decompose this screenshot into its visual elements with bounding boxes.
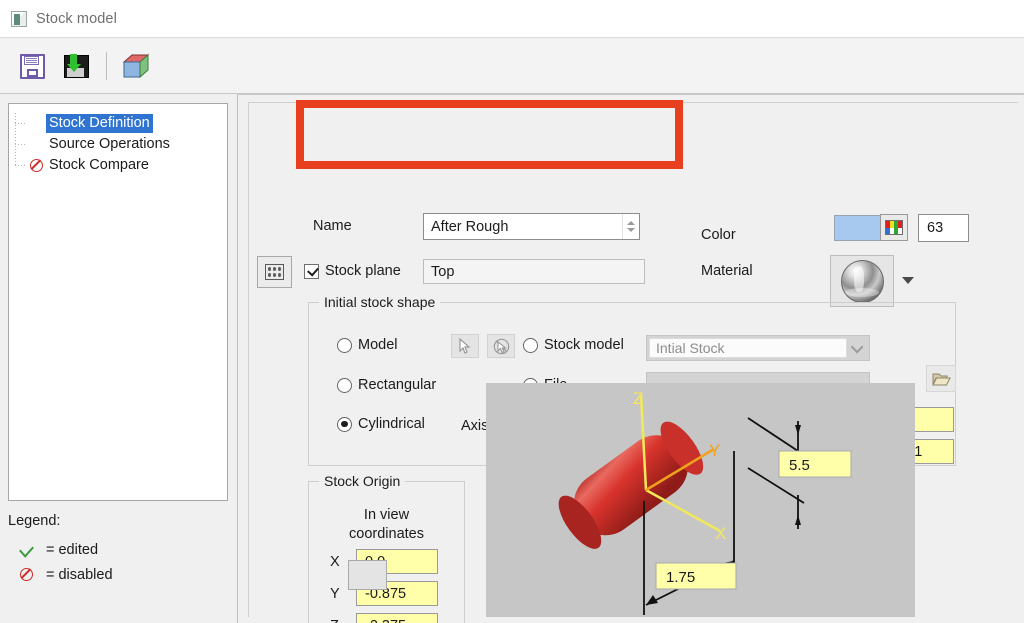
cursor-arrow-icon <box>458 337 472 354</box>
radio-rectangular[interactable]: Rectangular <box>337 377 436 393</box>
3d-box-icon <box>122 53 150 79</box>
origin-pick-button[interactable] <box>348 560 387 590</box>
material-dropdown-icon[interactable] <box>902 277 914 284</box>
svg-text:Y: Y <box>709 441 720 460</box>
deselect-model-button[interactable] <box>487 334 515 358</box>
tree-item-label: Stock Definition <box>46 114 153 133</box>
radio-stock-model[interactable]: Stock model <box>523 337 624 353</box>
tree-item-source-operations[interactable]: Source Operations <box>15 134 227 155</box>
dim-diameter-text: 5.5 <box>789 457 810 474</box>
name-input[interactable]: After Rough <box>423 213 640 240</box>
tree-item-label: Source Operations <box>49 136 170 152</box>
svg-text:X: X <box>715 524 726 543</box>
stock-definition-panel: Name After Rough Color 63 Material Stock… <box>237 94 1024 623</box>
browse-file-button[interactable] <box>926 365 956 392</box>
name-input-value: After Rough <box>431 218 509 235</box>
tree-guide <box>15 155 27 176</box>
group-title: Stock Origin <box>319 473 406 489</box>
save-as-button[interactable] <box>56 46 96 86</box>
stock-preview-viewport[interactable]: Z X Y 5.5 1.75 <box>486 383 915 617</box>
stock-plane-value[interactable]: Top <box>423 259 645 284</box>
spinner-up-icon[interactable] <box>627 221 635 225</box>
tree-guide <box>15 134 27 155</box>
stock-plane-checkbox[interactable]: Stock plane <box>304 263 401 279</box>
floppy-export-icon <box>63 53 90 80</box>
stock-tree: Stock Definition Source Operations Stock… <box>9 104 227 176</box>
dim-length-text: 1.75 <box>666 569 695 586</box>
stock-plane-label: Stock plane <box>325 263 401 279</box>
legend-title: Legend: <box>8 513 61 529</box>
stock-model-window: Stock model Stock Definition Source Oper… <box>0 0 1024 623</box>
checkbox-icon <box>304 263 319 279</box>
show-stock-button[interactable] <box>116 46 156 86</box>
disabled-icon <box>20 568 46 581</box>
radio-icon <box>337 416 352 432</box>
window-title: Stock model <box>36 10 117 27</box>
origin-axis-x-label: X <box>330 554 340 570</box>
folder-open-icon <box>931 373 951 385</box>
disabled-icon <box>30 159 43 172</box>
tree-item-status <box>27 159 46 172</box>
origin-z-input[interactable]: -2.375 <box>356 613 438 623</box>
palette-icon <box>885 220 903 235</box>
legend-label: = disabled <box>46 566 113 583</box>
origin-axis-y-label: Y <box>330 586 340 602</box>
radio-label: Model <box>358 337 398 353</box>
radio-label: Rectangular <box>358 377 437 393</box>
material-label: Material <box>701 263 753 279</box>
grid-icon <box>265 264 284 280</box>
stock-tree-panel: Stock Definition Source Operations Stock… <box>8 103 228 501</box>
radio-model[interactable]: Model <box>337 337 398 353</box>
material-sphere-icon <box>840 259 884 303</box>
radio-label: Stock model <box>544 337 624 353</box>
toolbar <box>0 39 1024 94</box>
legend-row-edited: = edited <box>8 537 113 562</box>
radio-icon <box>523 337 538 353</box>
floppy-save-icon <box>19 53 46 80</box>
radio-label: Cylindrical <box>358 416 425 432</box>
group-title: Initial stock shape <box>319 294 441 310</box>
name-label: Name <box>313 218 352 234</box>
stock-preview-svg: Z X Y 5.5 1.75 <box>558 389 852 615</box>
material-button[interactable] <box>830 255 894 307</box>
legend: Legend: = edited = disabled <box>8 513 113 587</box>
tree-guide <box>15 113 27 134</box>
origin-subtitle-line1: In view <box>363 507 410 523</box>
cursor-no-select-icon <box>493 338 510 355</box>
axis-label: Axis <box>461 418 489 434</box>
radio-icon <box>337 337 352 353</box>
save-button[interactable] <box>12 46 52 86</box>
spinner-down-icon[interactable] <box>627 228 635 232</box>
origin-axis-z-label: Z <box>330 618 339 623</box>
legend-row-disabled: = disabled <box>8 562 113 587</box>
chevron-down-icon <box>847 340 869 353</box>
check-icon <box>19 541 46 558</box>
title-bar: Stock model <box>0 0 1024 38</box>
color-palette-button[interactable] <box>880 214 908 241</box>
radio-cylindrical[interactable]: Cylindrical <box>337 416 425 432</box>
origin-subtitle-line2: coordinates <box>349 526 424 542</box>
toolbar-separator <box>106 52 107 80</box>
stock-model-icon <box>11 10 27 27</box>
legend-label: = edited <box>46 541 99 558</box>
tree-item-label: Stock Compare <box>49 157 149 173</box>
color-label: Color <box>701 227 736 243</box>
stock-model-combo-value: Intial Stock <box>649 338 847 358</box>
plane-matrix-button[interactable] <box>257 256 292 288</box>
pick-model-button[interactable] <box>451 334 479 358</box>
color-number-input[interactable]: 63 <box>918 214 969 242</box>
name-spinner[interactable] <box>622 214 639 239</box>
tree-item-stock-compare[interactable]: Stock Compare <box>15 155 227 176</box>
stock-model-combo[interactable]: Intial Stock <box>646 335 870 361</box>
tree-item-stock-definition[interactable]: Stock Definition <box>15 113 227 134</box>
svg-text:Z: Z <box>633 389 643 408</box>
radio-icon <box>337 377 352 393</box>
